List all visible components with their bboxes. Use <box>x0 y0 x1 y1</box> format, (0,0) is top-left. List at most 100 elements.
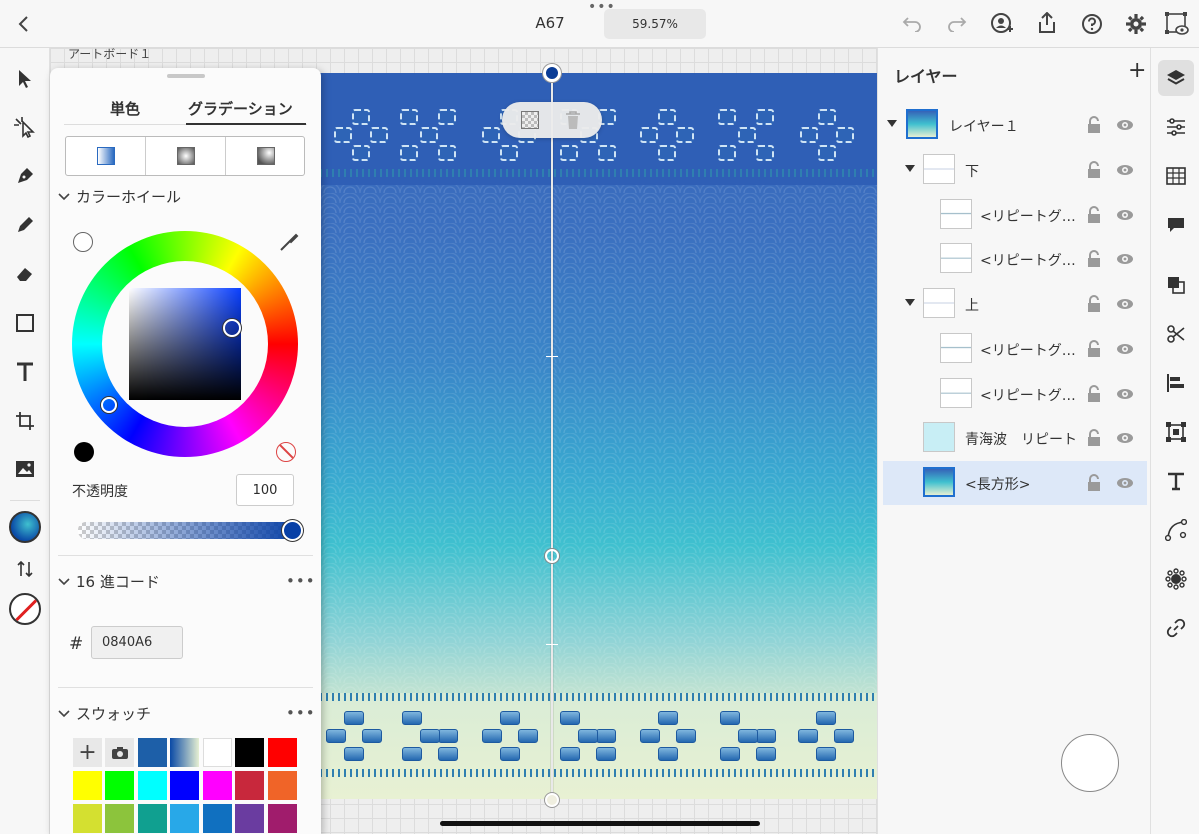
swatch-blue[interactable] <box>170 771 199 800</box>
hex-section-header[interactable]: 16 進コード <box>58 571 160 592</box>
eye-icon[interactable] <box>1116 206 1134 224</box>
black-swatch[interactable] <box>74 442 94 462</box>
eye-icon[interactable] <box>1116 250 1134 268</box>
unlock-icon[interactable] <box>1085 206 1103 224</box>
eye-icon[interactable] <box>1116 385 1134 403</box>
layer-row[interactable]: 下 <box>883 148 1147 192</box>
symbols-icon[interactable] <box>1158 561 1194 597</box>
swatch-red[interactable] <box>268 738 297 767</box>
unlock-icon[interactable] <box>1085 385 1103 403</box>
help-icon[interactable] <box>1079 11 1105 37</box>
gradient-end-handle[interactable] <box>545 793 559 807</box>
add-layer-icon[interactable]: + <box>1128 60 1146 82</box>
white-swatch[interactable] <box>73 232 93 252</box>
appearance-icon[interactable] <box>1158 158 1194 194</box>
text-properties-icon[interactable] <box>1158 463 1194 499</box>
unlock-icon[interactable] <box>1085 161 1103 179</box>
swap-colors-icon[interactable] <box>8 552 42 586</box>
layer-row[interactable]: <リピートグ… <box>883 372 1147 416</box>
opacity-slider-handle[interactable] <box>282 520 303 541</box>
freeform-gradient-button[interactable] <box>226 137 306 175</box>
swatch-1[interactable] <box>138 738 167 767</box>
none-color-swatch[interactable] <box>276 442 296 462</box>
color-wheel-section-header[interactable]: カラーホイール <box>58 186 181 207</box>
swatch-azure[interactable] <box>203 804 232 833</box>
document-title[interactable]: A67 <box>520 14 580 32</box>
eye-icon[interactable] <box>1116 474 1134 492</box>
layer-row[interactable]: 上 <box>883 282 1147 326</box>
unlock-icon[interactable] <box>1085 429 1103 447</box>
swatch-black[interactable] <box>235 738 264 767</box>
layer-row[interactable]: <リピートグ… <box>883 327 1147 371</box>
swatch-orange[interactable] <box>268 771 297 800</box>
settings-gear-icon[interactable] <box>1123 11 1149 37</box>
unlock-icon[interactable] <box>1085 250 1103 268</box>
selection-tool-icon[interactable] <box>8 62 42 96</box>
swatch-teal[interactable] <box>138 804 167 833</box>
scissors-icon[interactable] <box>1158 316 1194 352</box>
layer-row[interactable]: 青海波 リピート <box>883 416 1147 460</box>
share-icon[interactable] <box>1034 10 1060 36</box>
expand-triangle-icon[interactable] <box>905 299 915 307</box>
swatch-green[interactable] <box>105 771 134 800</box>
swatch-yellow[interactable] <box>73 771 102 800</box>
swatch-cyan[interactable] <box>138 771 167 800</box>
camera-icon[interactable] <box>105 738 134 767</box>
preview-icon[interactable] <box>1163 10 1191 38</box>
swatch-gradient[interactable] <box>170 738 199 767</box>
touch-shortcut-button[interactable] <box>1061 734 1119 792</box>
trash-icon[interactable] <box>564 110 582 130</box>
pencil-tool-icon[interactable] <box>8 208 42 242</box>
swatch-magenta[interactable] <box>203 771 232 800</box>
path-icon[interactable] <box>1158 512 1194 548</box>
eye-icon[interactable] <box>1116 429 1134 447</box>
hue-handle[interactable] <box>101 397 117 413</box>
tab-gradient[interactable]: グラデーション <box>188 98 293 119</box>
layer-row[interactable]: <リピートグ… <box>883 193 1147 237</box>
saturation-brightness-square[interactable] <box>129 288 241 400</box>
tab-solid[interactable]: 単色 <box>110 98 140 119</box>
eye-icon[interactable] <box>1116 340 1134 358</box>
undo-icon[interactable] <box>900 12 924 36</box>
swatch-white[interactable] <box>203 738 232 767</box>
artboard[interactable] <box>320 73 877 799</box>
back-chevron-icon[interactable] <box>12 12 36 36</box>
layer-row[interactable]: レイヤー１ <box>883 103 1147 147</box>
link-icon[interactable] <box>1158 610 1194 646</box>
swatch-lime[interactable] <box>73 804 102 833</box>
opacity-slider[interactable] <box>78 522 300 539</box>
unlock-icon[interactable] <box>1085 295 1103 313</box>
transparency-icon[interactable] <box>521 111 539 129</box>
layer-row[interactable]: <リピートグ… <box>883 237 1147 281</box>
artboard-label[interactable]: アートボード１ <box>68 48 151 62</box>
opacity-input[interactable]: 100 <box>236 474 294 506</box>
linear-gradient-button[interactable] <box>66 137 146 175</box>
properties-icon[interactable] <box>1158 109 1194 145</box>
swatch-purple[interactable] <box>235 804 264 833</box>
layers-panel-icon[interactable] <box>1158 60 1194 96</box>
gradient-midpoint-handle[interactable] <box>545 549 559 563</box>
gradient-guide-line[interactable] <box>551 73 553 803</box>
swatch-crimson[interactable] <box>235 771 264 800</box>
rectangle-tool-icon[interactable] <box>8 306 42 340</box>
swatch-leaf[interactable] <box>105 804 134 833</box>
swatches-more-icon[interactable]: ••• <box>286 704 316 722</box>
unlock-icon[interactable] <box>1085 474 1103 492</box>
comments-icon[interactable] <box>1158 207 1194 243</box>
pen-tool-icon[interactable] <box>8 159 42 193</box>
hex-more-icon[interactable]: ••• <box>286 572 316 590</box>
stroke-none-swatch[interactable] <box>8 592 42 626</box>
radial-gradient-button[interactable] <box>146 137 226 175</box>
align-icon[interactable] <box>1158 365 1194 401</box>
color-wheel[interactable] <box>72 231 298 457</box>
eraser-tool-icon[interactable] <box>8 257 42 291</box>
redo-icon[interactable] <box>945 12 969 36</box>
swatch-sky[interactable] <box>170 804 199 833</box>
zoom-level[interactable]: 59.57% <box>604 9 706 39</box>
expand-triangle-icon[interactable] <box>905 165 915 173</box>
swatches-section-header[interactable]: スウォッチ <box>58 703 151 724</box>
add-swatch-icon[interactable]: + <box>73 738 102 767</box>
gradient-start-handle[interactable] <box>543 64 561 82</box>
expand-triangle-icon[interactable] <box>887 120 897 128</box>
pathfinder-icon[interactable] <box>1158 267 1194 303</box>
